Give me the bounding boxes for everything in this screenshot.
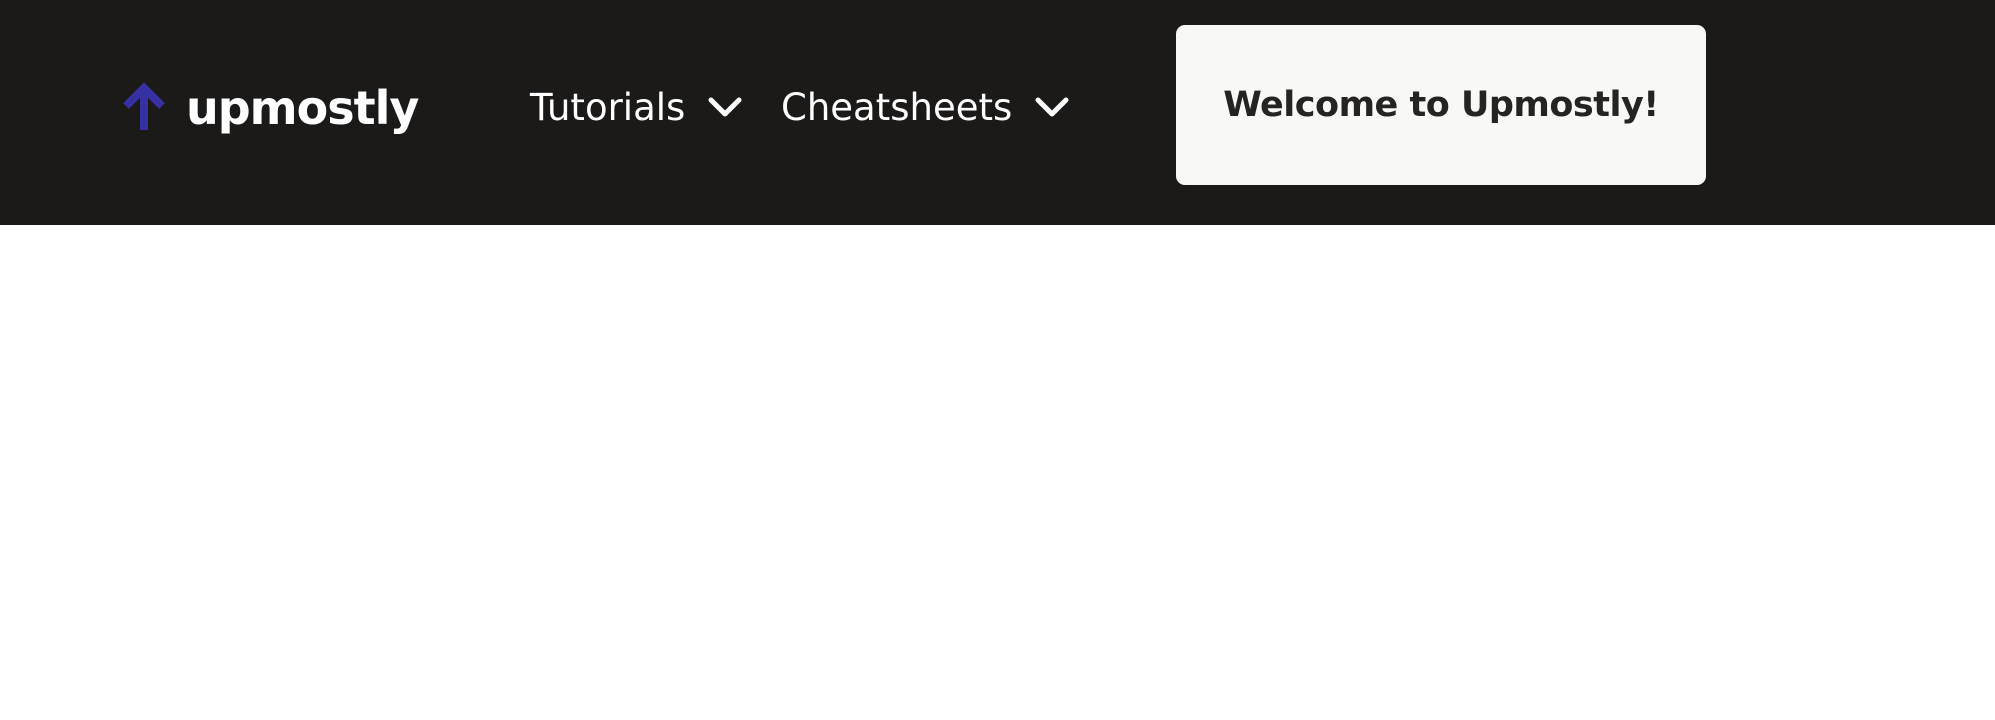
top-navbar: upmostly Tutorials Cheatsheets Welcome t… [0, 0, 1995, 225]
nav-item-tutorials-label: Tutorials [530, 85, 686, 129]
arrow-up-icon [123, 82, 165, 130]
welcome-button-label: Welcome to Upmostly! [1223, 85, 1659, 125]
nav-item-cheatsheets[interactable]: Cheatsheets [781, 82, 1070, 132]
chevron-down-icon [708, 97, 742, 117]
logo-text: upmostly [186, 81, 419, 135]
nav-item-tutorials[interactable]: Tutorials [530, 82, 743, 132]
nav-item-cheatsheets-label: Cheatsheets [781, 85, 1013, 129]
main-content [0, 225, 1995, 720]
welcome-button[interactable]: Welcome to Upmostly! [1176, 25, 1706, 185]
chevron-down-icon [1035, 97, 1069, 117]
logo-link[interactable]: upmostly [120, 76, 419, 140]
